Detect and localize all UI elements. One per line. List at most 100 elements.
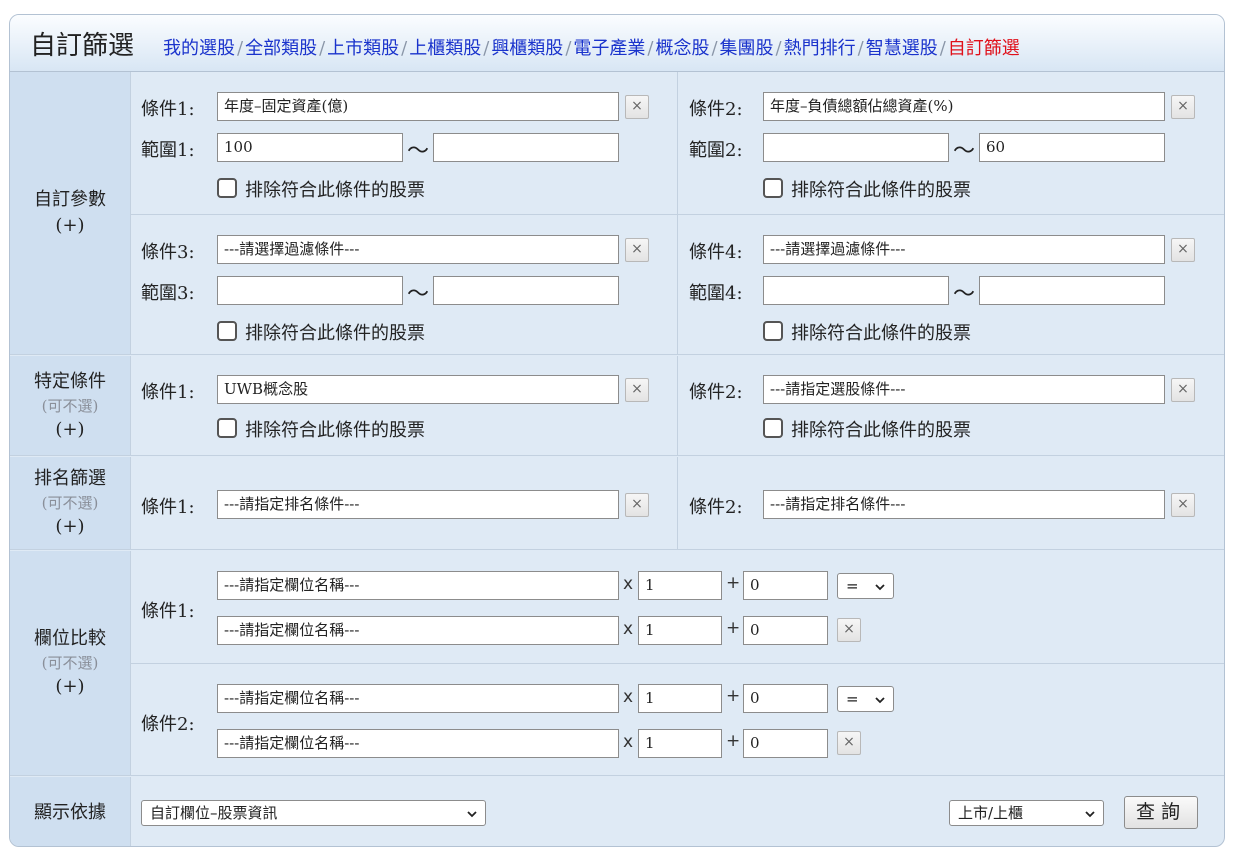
operator-value: = (846, 690, 859, 708)
ranking-condition-2: 條件2: ---請指定排名條件--- × (679, 457, 1224, 549)
custom-params-label: 自訂參數 (+) (10, 72, 131, 354)
nav-link[interactable]: 電子產業 (573, 38, 645, 59)
custom-screener-panel: 自訂篩選 我的選股 / 全部類股 / 上市類股 / 上櫃類股 / 興櫃類股 / 電子產業 / 概念股 / 集… (9, 14, 1225, 847)
nav-link[interactable]: 上櫃類股 (409, 38, 481, 59)
clear-specific-1-button[interactable]: × (625, 378, 649, 402)
compare-2-offset-b[interactable]: 0 (743, 729, 828, 758)
compare-1-field-a[interactable]: ---請指定欄位名稱--- (217, 571, 619, 600)
market-value: 上市/上櫃 (958, 804, 1024, 822)
nav-link[interactable]: 我的選股 (163, 38, 235, 59)
exclude-checkbox-specific-2[interactable] (763, 418, 783, 438)
nav-link[interactable]: 全部類股 (245, 38, 317, 59)
chevron-down-icon (875, 697, 885, 704)
plus-operator: + (726, 686, 741, 706)
optional-note: (可不選) (41, 396, 99, 415)
exclude-label: 排除符合此條件的股票 (791, 180, 971, 201)
compare-1-offset-a[interactable]: 0 (743, 571, 828, 600)
custom-params-row-1: 條件1: 年度–固定資產(億) × 範圍1: 100 〜 排除符合此條件的股票 … (131, 72, 1224, 215)
add-condition-button[interactable]: (+) (55, 674, 84, 700)
range-1-min-input[interactable]: 100 (217, 133, 403, 162)
add-condition-button[interactable]: (+) (55, 514, 84, 540)
clear-compare-1-button[interactable]: × (837, 618, 861, 642)
condition-3-field[interactable]: ---請選擇過濾條件--- (217, 235, 619, 264)
clear-ranking-2-button[interactable]: × (1171, 493, 1195, 517)
times-operator: x (623, 619, 634, 639)
category-nav: 我的選股 / 全部類股 / 上市類股 / 上櫃類股 / 興櫃類股 / 電子產業 / 概念股 / 集團股 / 熱門… (163, 34, 1020, 60)
nav-link[interactable]: 自訂篩選 (948, 38, 1020, 59)
section-title: 排名篩選 (34, 468, 106, 489)
compare-1-offset-b[interactable]: 0 (743, 616, 828, 645)
condition-4-field[interactable]: ---請選擇過濾條件--- (763, 235, 1165, 264)
condition-2-field[interactable]: 年度–負債總額佔總資產(%) (763, 92, 1165, 121)
range-separator: 〜 (953, 139, 976, 164)
clear-condition-1-button[interactable]: × (625, 95, 649, 119)
query-button[interactable]: 查詢 (1124, 796, 1198, 829)
clear-condition-3-button[interactable]: × (625, 238, 649, 262)
exclude-label: 排除符合此條件的股票 (245, 180, 425, 201)
compare-condition-1: 條件1: ---請指定欄位名稱--- x 1 + 0 = ---請指定欄位名稱-… (131, 551, 1224, 664)
ranking-2-label: 條件2: (689, 497, 743, 518)
compare-1-multiplier-a[interactable]: 1 (638, 571, 722, 600)
clear-specific-2-button[interactable]: × (1171, 378, 1195, 402)
display-section: 顯示依據 自訂欄位–股票資訊 上市/上櫃 查詢 (10, 777, 1224, 846)
compare-1-multiplier-b[interactable]: 1 (638, 616, 722, 645)
optional-note: (可不選) (41, 654, 99, 672)
compare-2-field-a[interactable]: ---請指定欄位名稱--- (217, 684, 619, 713)
range-4-min-input[interactable] (763, 276, 949, 305)
ranking-label: 排名篩選 (可不選) (+) (10, 457, 131, 549)
condition-1-field[interactable]: 年度–固定資產(億) (217, 92, 619, 121)
specific-1-field[interactable]: UWB概念股 (217, 375, 619, 404)
ranking-2-field[interactable]: ---請指定排名條件--- (763, 490, 1165, 519)
exclude-label: 排除符合此條件的股票 (791, 323, 971, 344)
chevron-down-icon (875, 584, 885, 591)
exclude-checkbox-4[interactable] (763, 321, 783, 341)
exclude-checkbox-1[interactable] (217, 178, 237, 198)
compare-2-multiplier-a[interactable]: 1 (638, 684, 722, 713)
ranking-section: 排名篩選 (可不選) (+) 條件1: ---請指定排名條件--- × 條件2:… (10, 457, 1224, 550)
clear-condition-4-button[interactable]: × (1171, 238, 1195, 262)
nav-separator: / (483, 38, 490, 59)
nav-link[interactable]: 興櫃類股 (491, 38, 563, 59)
range-3-max-input[interactable] (433, 276, 619, 305)
compare-label: 欄位比較 (可不選) (+) (10, 551, 131, 775)
market-select[interactable]: 上市/上櫃 (949, 800, 1104, 826)
plus-operator: + (726, 573, 741, 593)
compare-1-label: 條件1: (141, 601, 195, 622)
condition-2-label: 條件2: (689, 99, 743, 120)
custom-condition-3: 條件3: ---請選擇過濾條件--- × 範圍3: 〜 排除符合此條件的股票 (131, 215, 678, 355)
range-2-max-input[interactable]: 60 (979, 133, 1165, 162)
compare-2-operator-select[interactable]: = (837, 686, 894, 712)
ranking-1-field[interactable]: ---請指定排名條件--- (217, 490, 619, 519)
nav-link[interactable]: 集團股 (720, 38, 774, 59)
add-condition-button[interactable]: (+) (55, 417, 84, 443)
range-2-min-input[interactable] (763, 133, 949, 162)
nav-link[interactable]: 熱門排行 (784, 38, 856, 59)
range-3-min-input[interactable] (217, 276, 403, 305)
compare-2-offset-a[interactable]: 0 (743, 684, 828, 713)
clear-ranking-1-button[interactable]: × (625, 493, 649, 517)
compare-2-multiplier-b[interactable]: 1 (638, 729, 722, 758)
compare-1-operator-select[interactable]: = (837, 573, 894, 599)
range-separator: 〜 (407, 282, 430, 307)
range-4-max-input[interactable] (979, 276, 1165, 305)
nav-link[interactable]: 上市類股 (327, 38, 399, 59)
nav-link[interactable]: 智慧選股 (866, 38, 938, 59)
compare-2-field-b[interactable]: ---請指定欄位名稱--- (217, 729, 619, 758)
add-condition-button[interactable]: (+) (55, 213, 84, 239)
specific-2-field[interactable]: ---請指定選股條件--- (763, 375, 1165, 404)
range-1-max-input[interactable] (433, 133, 619, 162)
compare-1-field-b[interactable]: ---請指定欄位名稱--- (217, 616, 619, 645)
ranking-1-label: 條件1: (141, 497, 195, 518)
specific-label: 特定條件 (可不選) (+) (10, 356, 131, 455)
screener-form: 自訂參數 (+) 條件1: 年度–固定資產(億) × 範圍1: 100 〜 排除… (10, 72, 1224, 846)
section-title: 欄位比較 (34, 628, 106, 649)
exclude-checkbox-2[interactable] (763, 178, 783, 198)
nav-link[interactable]: 概念股 (655, 38, 709, 59)
clear-condition-2-button[interactable]: × (1171, 95, 1195, 119)
custom-condition-1: 條件1: 年度–固定資產(億) × 範圍1: 100 〜 排除符合此條件的股票 (131, 72, 678, 214)
clear-compare-2-button[interactable]: × (837, 731, 861, 755)
exclude-checkbox-specific-1[interactable] (217, 418, 237, 438)
nav-separator: / (939, 38, 946, 59)
display-basis-select[interactable]: 自訂欄位–股票資訊 (141, 800, 486, 826)
exclude-checkbox-3[interactable] (217, 321, 237, 341)
